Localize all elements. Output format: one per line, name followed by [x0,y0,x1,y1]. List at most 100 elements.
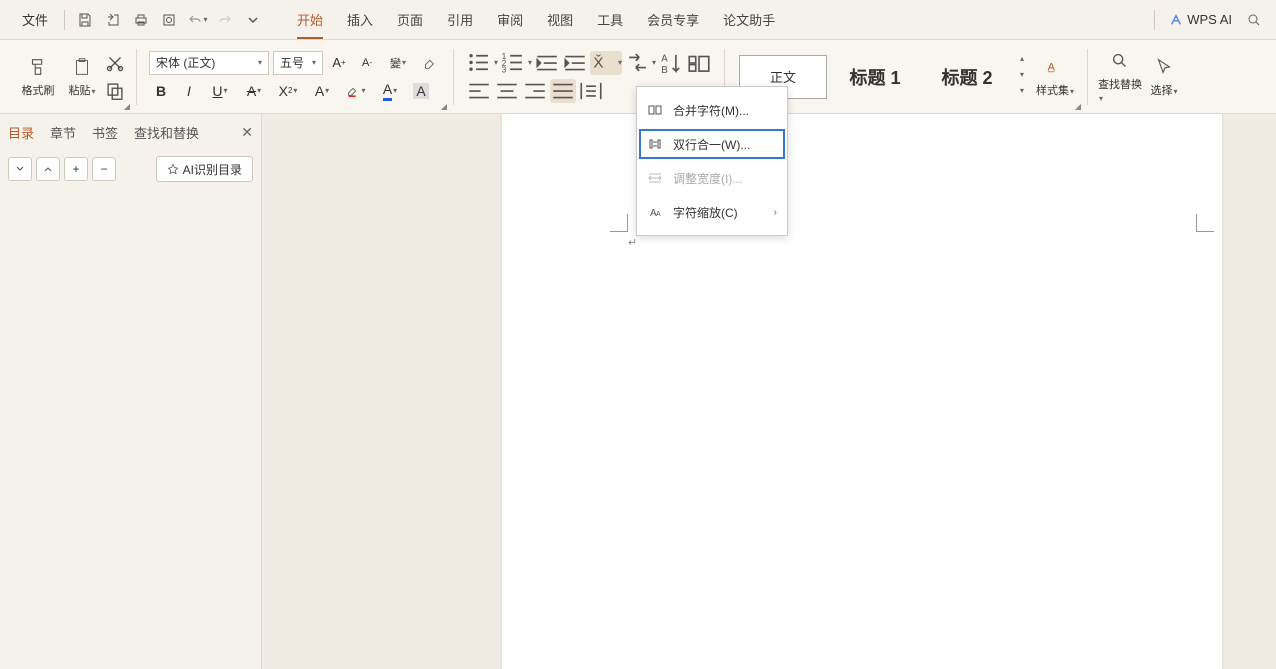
page[interactable]: ↵ [502,114,1222,669]
font-name-select[interactable]: 宋体 (正文) ▾ [149,51,269,75]
format-painter-button[interactable]: 格式刷 [16,48,60,106]
style-scroll-up-icon[interactable]: ▴ [1015,54,1029,68]
expand-down-icon[interactable] [8,157,32,181]
close-icon[interactable]: ✕ [241,124,253,141]
nav-tabs: 目录 章节 书签 查找和替换 ✕ [0,114,261,150]
clipboard-launcher-icon[interactable]: ◢ [124,102,130,111]
increase-font-icon[interactable]: A+ [327,51,351,75]
clear-format-icon[interactable] [417,51,441,75]
text-effects-button[interactable]: A▾ [307,79,337,103]
hamburger-icon[interactable] [8,9,16,31]
nav-tab-find[interactable]: 查找和替换 [134,123,199,142]
style-heading1[interactable]: 标题 1 [831,55,919,99]
chevron-down-icon: ▾ [258,58,262,67]
format-painter-label: 格式刷 [22,82,55,98]
strikethrough-button[interactable]: A▾ [239,79,269,103]
sort-icon[interactable]: AB [658,51,684,75]
tab-thesis[interactable]: 论文助手 [723,0,775,39]
print-preview-icon[interactable] [155,6,183,34]
menu-two-lines[interactable]: 双行合一(W)... [637,127,787,161]
find-replace-button[interactable]: 查找替换▾ [1098,48,1142,106]
redo-icon[interactable] [211,6,239,34]
style-heading2[interactable]: 标题 2 [923,55,1011,99]
paragraph-mark-icon: ↵ [628,236,637,249]
phonetic-guide-icon[interactable]: 變▾ [383,51,413,75]
underline-button[interactable]: U▾ [205,79,235,103]
style-set-label: 样式集▾ [1036,82,1074,98]
italic-button[interactable]: I [177,79,201,103]
font-launcher-icon[interactable]: ◢ [441,102,447,111]
distribute-icon[interactable] [578,79,604,103]
cut-icon[interactable] [104,52,126,74]
menu-combine-label: 合并字符(M)... [673,102,749,119]
svg-text:A̲: A̲ [1047,61,1055,73]
save-icon[interactable] [71,6,99,34]
align-justify-icon[interactable] [550,79,576,103]
svg-text:3: 3 [502,65,507,75]
tab-reference[interactable]: 引用 [447,0,473,39]
ai-toc-label: AI识别目录 [183,161,242,178]
print-icon[interactable] [127,6,155,34]
decrease-font-icon[interactable]: A- [355,51,379,75]
clipboard-group: 格式刷 粘贴▾ ◢ [10,40,132,113]
ai-toc-button[interactable]: AI识别目录 [156,156,253,182]
save-as-icon[interactable] [99,6,127,34]
increase-indent-icon[interactable] [562,51,588,75]
select-button[interactable]: 选择▾ [1142,48,1186,106]
style-set-button[interactable]: A̲ 样式集▾ [1033,48,1077,106]
font-size-select[interactable]: 五号 ▾ [273,51,323,75]
divider [1154,10,1155,30]
tab-home[interactable]: 开始 [297,0,323,39]
styles-launcher-icon[interactable]: ◢ [1075,102,1081,111]
margin-corner-tl [610,214,628,232]
menu-combine-chars[interactable]: 合并字符(M)... [637,93,787,127]
undo-icon[interactable]: ▾ [183,6,211,34]
font-size-value: 五号 [280,54,304,71]
align-center-icon[interactable] [494,79,520,103]
bullet-list-icon[interactable]: ▾ [466,51,498,75]
menu-two-lines-label: 双行合一(W)... [673,136,750,153]
number-list-icon[interactable]: 123▾ [500,51,532,75]
file-menu[interactable]: 文件 [22,10,48,29]
tab-view[interactable]: 视图 [547,0,573,39]
nav-tab-toc[interactable]: 目录 [8,123,34,142]
copy-icon[interactable] [104,80,126,102]
nav-tab-chapter[interactable]: 章节 [50,123,76,142]
show-marks-icon[interactable] [686,51,712,75]
menu-char-scale[interactable]: AA 字符缩放(C) › [637,195,787,229]
svg-text:B: B [661,64,668,75]
nav-tab-bookmark[interactable]: 书签 [92,123,118,142]
menu-fit-width: 调整宽度(I)... [637,161,787,195]
font-color-button[interactable]: A▾ [375,79,405,103]
char-layout-button[interactable]: X̌▾ [590,51,622,75]
tab-page[interactable]: 页面 [397,0,423,39]
add-icon[interactable]: + [64,157,88,181]
align-left-icon[interactable] [466,79,492,103]
separator [1087,49,1088,105]
select-label: 选择▾ [1150,82,1177,98]
tab-tools[interactable]: 工具 [597,0,623,39]
expand-up-icon[interactable] [36,157,60,181]
bold-button[interactable]: B [149,79,173,103]
paste-button[interactable]: 粘贴▾ [60,48,104,106]
superscript-button[interactable]: X2▾ [273,79,303,103]
chevron-down-icon: ▾ [312,58,316,67]
more-quick-icon[interactable] [239,6,267,34]
tab-review[interactable]: 审阅 [497,0,523,39]
decrease-indent-icon[interactable] [534,51,560,75]
align-right-icon[interactable] [522,79,548,103]
remove-icon[interactable]: − [92,157,116,181]
menu-char-scale-label: 字符缩放(C) [673,204,738,221]
nav-toolbar: + − AI识别目录 [0,150,261,188]
text-direction-icon[interactable]: ▾ [624,51,656,75]
highlight-button[interactable]: ▾ [341,79,371,103]
editing-group: 查找替换▾ 选择▾ [1092,40,1192,113]
divider [64,10,65,30]
style-scroll-down-icon[interactable]: ▾ [1015,70,1029,84]
style-expand-icon[interactable]: ▾ [1015,86,1029,100]
tab-insert[interactable]: 插入 [347,0,373,39]
wps-ai-button[interactable]: WPS AI [1169,12,1232,27]
search-icon[interactable] [1240,6,1268,34]
char-shading-button[interactable]: A [409,79,433,103]
tab-member[interactable]: 会员专享 [647,0,699,39]
